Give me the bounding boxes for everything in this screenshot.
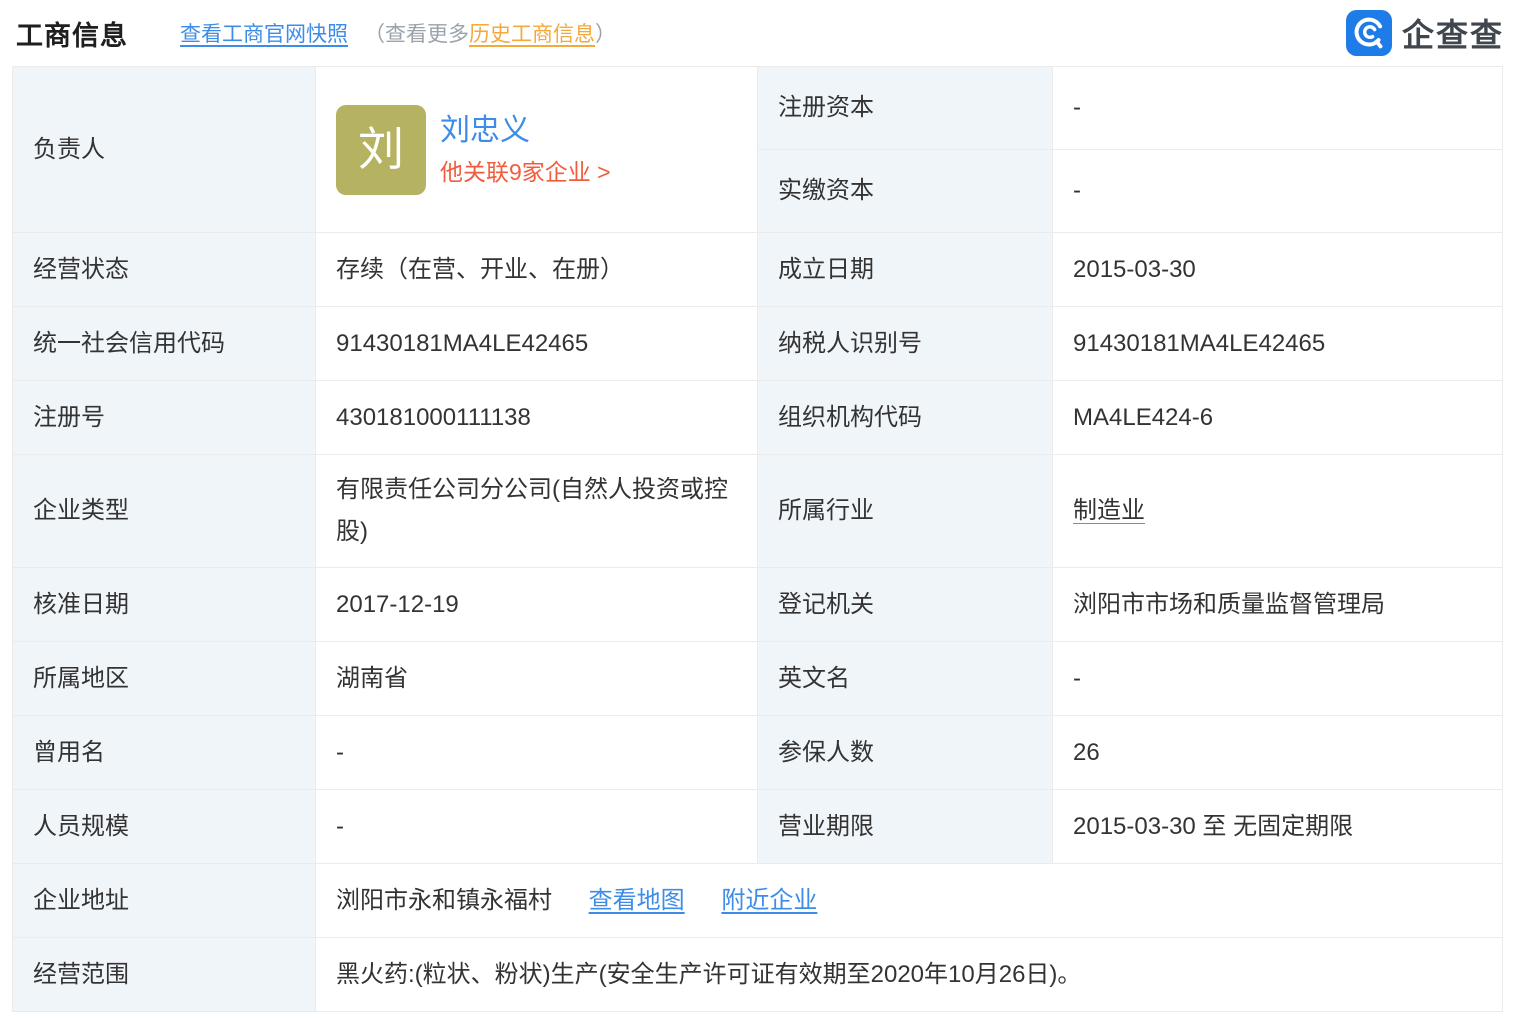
label-former-name: 曾用名 <box>13 716 316 790</box>
value-establish-date: 2015-03-30 <box>1053 233 1503 307</box>
person-cell: 刘 刘忠义 他关联9家企业 > <box>316 67 758 233</box>
brand-name: 企查查 <box>1402 10 1504 56</box>
label-credit-code: 统一社会信用代码 <box>13 307 316 381</box>
official-snapshot-link[interactable]: 查看工商官网快照 <box>180 18 348 48</box>
label-english-name: 英文名 <box>758 642 1053 716</box>
value-taxpayer-id: 91430181MA4LE42465 <box>1053 307 1503 381</box>
value-credit-code: 91430181MA4LE42465 <box>316 307 758 381</box>
table-row: 曾用名 - 参保人数 26 <box>13 716 1503 790</box>
label-company-address: 企业地址 <box>13 864 316 938</box>
value-industry: 制造业 <box>1053 455 1503 568</box>
label-industry: 所属行业 <box>758 455 1053 568</box>
value-registered-capital: - <box>1053 67 1503 150</box>
value-english-name: - <box>1053 642 1503 716</box>
value-approval-date: 2017-12-19 <box>316 568 758 642</box>
label-company-type: 企业类型 <box>13 455 316 568</box>
label-person-in-charge: 负责人 <box>13 67 316 233</box>
label-establish-date: 成立日期 <box>758 233 1053 307</box>
value-registration-number: 430181000111138 <box>316 381 758 455</box>
qichacha-brand: 企查查 <box>1346 10 1504 56</box>
value-business-scope: 黑火药:(粒状、粉状)生产(安全生产许可证有效期至2020年10月26日)。 <box>316 938 1503 1012</box>
label-insured-count: 参保人数 <box>758 716 1053 790</box>
industry-term[interactable]: 制造业 <box>1073 497 1145 524</box>
table-row: 企业地址 浏阳市永和镇永福村 查看地图 附近企业 <box>13 864 1503 938</box>
label-staff-size: 人员规模 <box>13 790 316 864</box>
history-info-link[interactable]: 历史工商信息 <box>469 23 595 46</box>
label-operating-status: 经营状态 <box>13 233 316 307</box>
nearby-companies-link[interactable]: 附近企业 <box>721 887 817 914</box>
value-company-type: 有限责任公司分公司(自然人投资或控股) <box>316 455 758 568</box>
view-map-link[interactable]: 查看地图 <box>589 887 685 914</box>
page-title: 工商信息 <box>16 14 128 53</box>
table-row: 企业类型 有限责任公司分公司(自然人投资或控股) 所属行业 制造业 <box>13 455 1503 568</box>
business-info-table: 负责人 刘 刘忠义 他关联9家企业 > 注册资本 - 实缴资本 - 经营状态 存… <box>12 66 1503 1012</box>
table-row: 核准日期 2017-12-19 登记机关 浏阳市市场和质量监督管理局 <box>13 568 1503 642</box>
table-row: 所属地区 湖南省 英文名 - <box>13 642 1503 716</box>
label-registered-capital: 注册资本 <box>758 67 1053 150</box>
label-paid-capital: 实缴资本 <box>758 150 1053 233</box>
section-header: 工商信息 查看工商官网快照 （查看更多历史工商信息） 企查查 <box>0 0 1514 66</box>
value-region: 湖南省 <box>316 642 758 716</box>
value-company-address: 浏阳市永和镇永福村 查看地图 附近企业 <box>316 864 1503 938</box>
label-organization-code: 组织机构代码 <box>758 381 1053 455</box>
avatar-initial: 刘 <box>358 109 404 190</box>
company-address-text: 浏阳市永和镇永福村 <box>336 887 552 914</box>
table-row: 负责人 刘 刘忠义 他关联9家企业 > 注册资本 - <box>13 67 1503 150</box>
value-paid-capital: - <box>1053 150 1503 233</box>
history-info-wrap: （查看更多历史工商信息） <box>364 18 616 48</box>
qichacha-logo-icon <box>1346 10 1392 56</box>
avatar[interactable]: 刘 <box>336 105 426 195</box>
history-prefix: （查看更多 <box>364 23 469 46</box>
value-operating-status: 存续（在营、开业、在册） <box>316 233 758 307</box>
label-taxpayer-id: 纳税人识别号 <box>758 307 1053 381</box>
label-business-scope: 经营范围 <box>13 938 316 1012</box>
person-name-link[interactable]: 刘忠义 <box>440 111 611 150</box>
table-row: 人员规模 - 营业期限 2015-03-30 至 无固定期限 <box>13 790 1503 864</box>
value-organization-code: MA4LE424-6 <box>1053 381 1503 455</box>
history-suffix: ） <box>595 23 616 46</box>
table-row: 注册号 430181000111138 组织机构代码 MA4LE424-6 <box>13 381 1503 455</box>
label-registration-authority: 登记机关 <box>758 568 1053 642</box>
label-business-term: 营业期限 <box>758 790 1053 864</box>
table-row: 经营状态 存续（在营、开业、在册） 成立日期 2015-03-30 <box>13 233 1503 307</box>
label-region: 所属地区 <box>13 642 316 716</box>
value-staff-size: - <box>316 790 758 864</box>
table-row: 统一社会信用代码 91430181MA4LE42465 纳税人识别号 91430… <box>13 307 1503 381</box>
label-registration-number: 注册号 <box>13 381 316 455</box>
value-former-name: - <box>316 716 758 790</box>
value-business-term: 2015-03-30 至 无固定期限 <box>1053 790 1503 864</box>
table-row: 经营范围 黑火药:(粒状、粉状)生产(安全生产许可证有效期至2020年10月26… <box>13 938 1503 1012</box>
label-approval-date: 核准日期 <box>13 568 316 642</box>
related-companies-link[interactable]: 他关联9家企业 > <box>440 158 611 188</box>
value-insured-count: 26 <box>1053 716 1503 790</box>
value-registration-authority: 浏阳市市场和质量监督管理局 <box>1053 568 1503 642</box>
